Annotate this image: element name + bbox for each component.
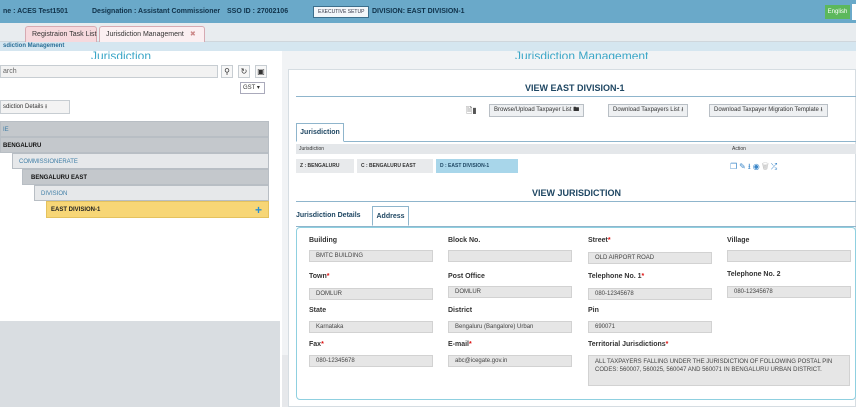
village-label: Village — [727, 237, 750, 244]
collapse-icon[interactable]: ▣ — [255, 65, 267, 78]
tree-node-east-division-1[interactable]: EAST DIVISION-1 + — [46, 201, 269, 218]
pin-label: Pin — [588, 307, 599, 314]
sso-id: SSO ID : 27002106 — [227, 8, 289, 15]
street-label: Street* — [588, 237, 611, 244]
section-divider — [296, 201, 856, 202]
table-header: Jurisdiction Action — [296, 144, 856, 154]
breadcrumb-strip: sdiction Management — [0, 42, 856, 51]
tree-node-root[interactable]: IE — [0, 121, 269, 137]
telephone-1-field[interactable]: 080-12345678 — [588, 288, 712, 300]
folder-icon: 🖿 — [573, 107, 580, 113]
column-jurisdiction: Jurisdiction — [299, 146, 325, 152]
close-icon[interactable]: ✖ — [190, 31, 196, 38]
download-icon: ⭳ — [681, 107, 684, 113]
right-panel-heading: Jurisdiction Management — [515, 51, 649, 59]
tree-node-bengaluru-east[interactable]: BENGALURU EAST — [22, 169, 269, 185]
division-label: DIVISION: EAST DIVISION-1 — [372, 8, 465, 15]
post-office-label: Post Office — [448, 273, 485, 280]
breadcrumb-zone[interactable]: Z : BENGALURU — [296, 159, 354, 173]
block-field[interactable] — [448, 250, 572, 262]
user-name: ne : ACES Test1501 — [3, 8, 68, 15]
top-bar: ne : ACES Test1501 Designation : Assista… — [0, 0, 856, 23]
fax-label: Fax* — [309, 341, 324, 348]
district-field[interactable]: Bengaluru (Bangalore) Urban — [448, 321, 572, 333]
row-actions: ❐✎⭳◉🗑⤮ — [730, 161, 779, 175]
pdf-icon[interactable]: 🗎▮ — [466, 105, 477, 119]
tree-node-division[interactable]: DIVISION — [34, 185, 269, 201]
email-field[interactable]: abc@icegate.gov.in — [448, 355, 572, 367]
search-icon[interactable]: ⚲ — [221, 65, 233, 78]
block-label: Block No. — [448, 237, 481, 244]
view-jurisdiction-title: VIEW JURISDICTION — [532, 188, 622, 198]
designation: Designation : Assistant Commissioner — [92, 8, 221, 15]
add-icon[interactable]: + — [255, 202, 262, 218]
fax-field[interactable]: 080-12345678 — [309, 355, 433, 367]
breadcrumb-division[interactable]: D : EAST DIVISION-1 — [436, 159, 518, 173]
view-icon[interactable]: ◉ — [753, 162, 762, 171]
edit-icon[interactable]: ✎ — [739, 162, 748, 171]
village-field[interactable] — [727, 250, 851, 262]
tree-node-bengaluru[interactable]: BENGALURU — [0, 137, 269, 153]
breadcrumb-commissionerate[interactable]: C : BENGALURU EAST — [357, 159, 433, 173]
browse-upload-button[interactable]: Browse/Upload Taxpayer List 🖿 — [489, 104, 585, 117]
shuffle-icon[interactable]: ⤮ — [771, 162, 779, 171]
tab-registration-task-list[interactable]: Registraion Task List — [25, 26, 97, 42]
view-division-title: VIEW EAST DIVISION-1 — [525, 83, 625, 93]
state-label: State — [309, 307, 327, 314]
refresh-icon[interactable]: ↻ — [238, 65, 250, 78]
post-office-field[interactable]: DOMLUR — [448, 286, 572, 298]
building-label: Building — [309, 237, 337, 244]
district-label: District — [448, 307, 473, 314]
language-button[interactable]: English — [825, 5, 850, 19]
gst-select[interactable]: GST ▾ — [240, 82, 265, 94]
email-label: E-mail* — [448, 341, 472, 348]
state-field[interactable]: Karnataka — [309, 321, 433, 333]
tab-jurisdiction-details[interactable]: Jurisdiction Details — [296, 206, 361, 226]
left-panel-heading: Jurisdiction — [91, 51, 152, 59]
tab-bar: Registraion Task List Jurisdiction Manag… — [0, 23, 856, 42]
section-divider — [296, 96, 856, 97]
download-migration-template-button[interactable]: Download Taxpayer Migration Template ⭳ — [709, 104, 828, 117]
town-field[interactable]: DOMLUR — [309, 288, 433, 300]
window-edge — [852, 4, 856, 20]
tree-node-commissionerate[interactable]: COMMISSIONERATE — [12, 153, 269, 169]
search-input[interactable]: arch — [0, 65, 218, 78]
executive-setup-button[interactable]: EXECUTIVE SETUP — [313, 6, 370, 18]
tab-jurisdiction[interactable]: Jurisdiction — [296, 123, 344, 142]
download-icon: ⭳ — [820, 107, 823, 113]
pin-field[interactable]: 690071 — [588, 321, 712, 333]
download-taxpayers-button[interactable]: Download Taxpayers List ⭳ — [608, 104, 689, 117]
telephone-2-field[interactable]: 080-12345678 — [727, 286, 851, 298]
tab-underline — [296, 141, 856, 142]
copy-icon[interactable]: ❐ — [730, 162, 739, 171]
town-label: Town* — [309, 273, 330, 280]
territorial-jurisdictions-field[interactable]: ALL TAXPAYERS FALLING UNDER THE JURISDIC… — [588, 355, 850, 386]
tab-address[interactable]: Address — [372, 206, 409, 226]
jurisdiction-details-button[interactable]: sdiction Details ⭳ — [0, 100, 70, 114]
telephone-2-label: Telephone No. 2 — [727, 271, 781, 278]
left-panel-footer — [0, 321, 280, 407]
telephone-1-label: Telephone No. 1* — [588, 273, 645, 280]
territorial-jurisdictions-label: Territorial Jurisdictions* — [588, 341, 669, 348]
delete-icon[interactable]: 🗑 — [762, 162, 771, 171]
street-field[interactable]: OLD AIRPORT ROAD — [588, 252, 712, 264]
download-icon: ⭳ — [45, 104, 48, 110]
building-field[interactable]: BMTC BUILDING — [309, 250, 433, 262]
column-action: Action — [732, 146, 746, 152]
tab-jurisdiction-management[interactable]: Jurisdiction Management ✖ — [99, 26, 205, 42]
